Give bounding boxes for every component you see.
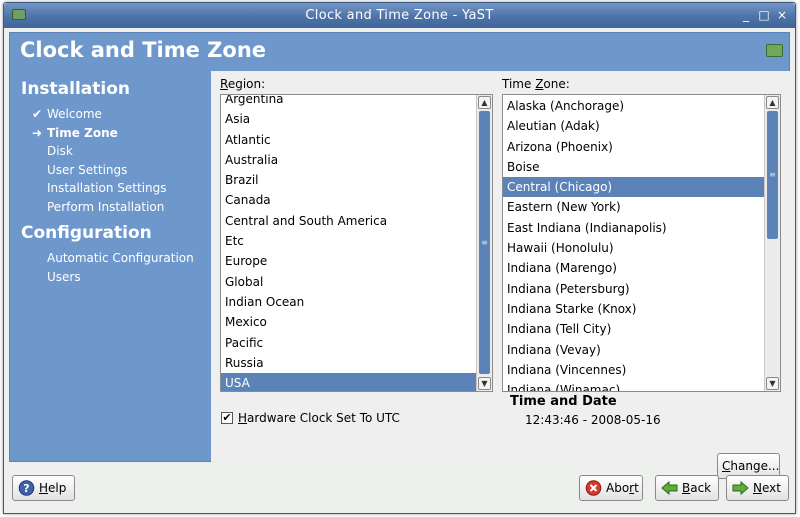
list-item[interactable]: Etc <box>221 231 476 251</box>
timezone-scrollbar[interactable]: ▲ ≡ ▼ <box>764 95 780 391</box>
main-panel: Clock and Time Zone Installation ✔ Welcom… <box>9 32 790 479</box>
list-item[interactable]: Indiana Starke (Knox) <box>503 299 764 319</box>
list-item[interactable]: Arizona (Phoenix) <box>503 137 764 157</box>
timezone-label: Time Zone: <box>502 77 570 91</box>
back-button-label: Back <box>682 481 712 495</box>
help-button[interactable]: ? Help <box>12 475 75 501</box>
arrow-right-icon: ➜ <box>32 125 43 140</box>
sidebar-step: ✔ Welcome <box>10 105 210 124</box>
installation-title: Installation <box>21 79 131 99</box>
installation-steps: ✔ Welcome ➜ Time Zone Disk User Settings Insta… <box>10 105 210 216</box>
list-item[interactable]: Indiana (Vevay) <box>503 340 764 360</box>
sidebar-step-label: Disk <box>47 144 73 158</box>
list-item[interactable]: Europe <box>221 251 476 271</box>
list-item[interactable]: Australia <box>221 150 476 170</box>
next-button-label: Next <box>753 481 781 495</box>
title-bar[interactable]: Clock and Time Zone - YaST _ □ × <box>4 3 795 28</box>
back-button[interactable]: Back <box>655 475 719 501</box>
sidebar-step-label: Installation Settings <box>47 181 167 195</box>
sidebar: Installation ✔ Welcome ➜ Time Zone Disk User … <box>10 73 210 286</box>
next-button[interactable]: Next <box>726 475 789 501</box>
scroll-up-icon[interactable]: ▲ <box>478 96 491 109</box>
content-panel: Region: Time Zone: Argentina Asia Atlantic… <box>211 71 790 479</box>
list-item[interactable]: Indiana (Tell City) <box>503 319 764 339</box>
time-and-date-title: Time and Date <box>510 394 617 409</box>
list-item[interactable]: Indian Ocean <box>221 292 476 312</box>
back-arrow-icon <box>661 480 678 496</box>
list-item[interactable]: Argentina <box>221 95 476 109</box>
scroll-up-icon[interactable]: ▲ <box>766 96 779 109</box>
list-item[interactable]: Asia <box>221 109 476 129</box>
list-item[interactable]: Central (Chicago) <box>503 177 764 198</box>
sidebar-step: User Settings <box>10 161 210 180</box>
hardware-clock-label[interactable]: Hardware Clock Set To UTC <box>238 411 400 425</box>
list-item[interactable]: Boise <box>503 157 764 177</box>
abort-icon <box>585 480 602 496</box>
sidebar-step-label: Users <box>47 269 81 284</box>
minimize-icon[interactable]: _ <box>738 7 754 23</box>
scroll-thumb[interactable]: ≡ <box>479 111 490 374</box>
sidebar-step: Users <box>10 268 210 287</box>
check-icon: ✔ <box>32 107 43 121</box>
scroll-down-icon[interactable]: ▼ <box>766 377 779 390</box>
timezone-list[interactable]: Alaska (Anchorage) Aleutian (Adak) Arizona… <box>502 94 781 392</box>
page-title: Clock and Time Zone <box>20 38 267 62</box>
list-item[interactable]: Atlantic <box>221 130 476 150</box>
timezone-map-icon <box>766 44 783 57</box>
maximize-icon[interactable]: □ <box>756 7 772 23</box>
sidebar-step: Perform Installation <box>10 198 210 217</box>
sidebar-step: Disk <box>10 142 210 161</box>
sidebar-step-label: Welcome <box>47 107 102 121</box>
sidebar-step: ➜ Time Zone <box>10 124 210 143</box>
list-item[interactable]: Aleutian (Adak) <box>503 116 764 136</box>
list-item[interactable]: Hawaii (Honolulu) <box>503 238 764 258</box>
list-item[interactable]: Indiana (Petersburg) <box>503 279 764 299</box>
window-title: Clock and Time Zone - YaST <box>305 8 494 23</box>
help-button-label: Help <box>39 481 67 495</box>
scroll-thumb[interactable]: ≡ <box>767 111 778 239</box>
sidebar-step: Automatic Configuration <box>10 249 210 268</box>
time-and-date-value: 12:43:46 - 2008-05-16 <box>525 413 661 427</box>
region-scrollbar[interactable]: ▲ ≡ ▼ <box>476 95 492 391</box>
list-item[interactable]: Global <box>221 272 476 292</box>
configuration-title: Configuration <box>21 223 152 243</box>
list-item[interactable]: Central and South America <box>221 211 476 231</box>
abort-button[interactable]: Abort <box>579 475 643 501</box>
help-icon: ? <box>18 480 35 496</box>
hardware-clock-checkbox[interactable]: ✔ <box>221 412 233 424</box>
next-arrow-icon <box>732 480 749 496</box>
timezone-list-items: Alaska (Anchorage) Aleutian (Adak) Arizona… <box>503 96 764 391</box>
svg-text:?: ? <box>23 482 29 495</box>
configuration-steps: Automatic Configuration Users <box>10 249 210 286</box>
list-item[interactable]: Russia <box>221 353 476 373</box>
list-item[interactable]: Brazil <box>221 170 476 190</box>
sidebar-step: Installation Settings <box>10 179 210 198</box>
list-item[interactable]: Pacific <box>221 333 476 353</box>
list-item[interactable]: East Indiana (Indianapolis) <box>503 218 764 238</box>
region-list-items: Argentina Asia Atlantic Australia Brazil Cana… <box>221 95 476 391</box>
sidebar-step-label: Time Zone <box>47 125 118 140</box>
list-item[interactable]: Indiana (Winamac) <box>503 380 764 391</box>
list-item[interactable]: Indiana (Vincennes) <box>503 360 764 380</box>
list-item[interactable]: Eastern (New York) <box>503 197 764 217</box>
region-label: Region: <box>220 77 266 91</box>
abort-button-label: Abort <box>606 481 639 495</box>
list-item[interactable]: Mexico <box>221 312 476 332</box>
close-icon[interactable]: × <box>774 7 790 23</box>
yast-window: Clock and Time Zone - YaST _ □ × Clock a… <box>3 2 796 514</box>
sidebar-step-label: Automatic Configuration <box>47 251 194 265</box>
scroll-down-icon[interactable]: ▼ <box>478 377 491 390</box>
list-item[interactable]: Alaska (Anchorage) <box>503 96 764 116</box>
list-item[interactable]: USA <box>221 373 476 391</box>
list-item[interactable]: Canada <box>221 190 476 210</box>
list-item[interactable]: Indiana (Marengo) <box>503 258 764 278</box>
sidebar-step-label: Perform Installation <box>47 199 165 214</box>
region-list[interactable]: Argentina Asia Atlantic Australia Brazil Cana… <box>220 94 493 392</box>
sidebar-step-label: User Settings <box>47 162 128 177</box>
